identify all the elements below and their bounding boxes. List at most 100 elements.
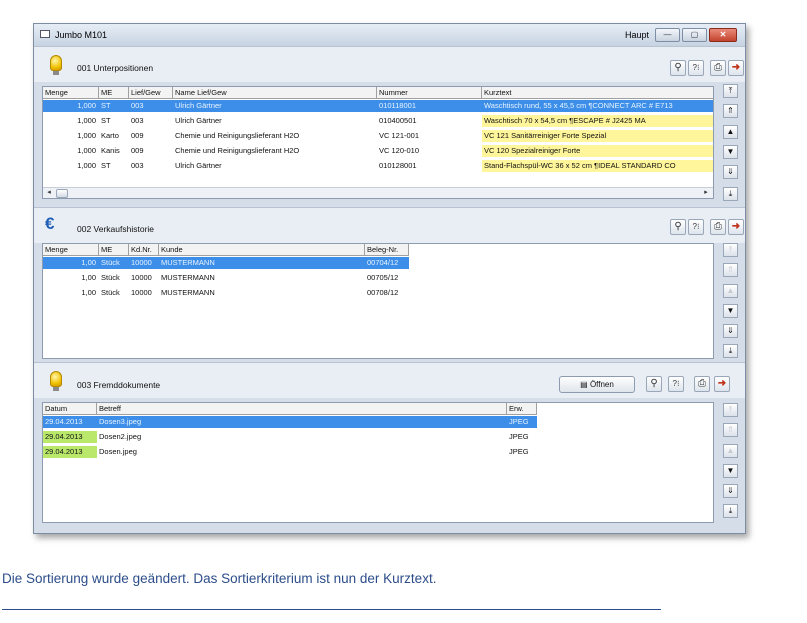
panel-title: 002 Verkaufshistorie [77, 224, 155, 234]
prev-record-icon[interactable]: ▲ [723, 444, 738, 458]
next-page-icon[interactable]: ⇓ [723, 165, 738, 179]
binoculars-icon[interactable]: ⚲ [670, 219, 686, 235]
main-window: Jumbo M101 Haupt — ▢ ✕ 001 Unterposition… [33, 23, 746, 534]
close-button[interactable]: ✕ [709, 28, 737, 42]
table-row[interactable]: 1,000 ST 003 Ulrich Gärtner 010400501 Waschti… [43, 115, 713, 127]
scroll-thumb[interactable] [56, 189, 68, 198]
first-record-icon[interactable]: ⤒ [723, 403, 738, 417]
table-cell: VC 121-001 [379, 131, 420, 140]
exit-icon[interactable]: ➜ [714, 376, 730, 392]
table-cell: 00708/12 [367, 288, 399, 297]
table-row[interactable]: 29.04.2013 Dosen2.jpeg JPEG [43, 431, 537, 443]
table-cell: Chemie und Reinigungslieferant H2O [175, 146, 300, 155]
column-header-name[interactable]: Name Lief/Gew [173, 87, 377, 99]
table-cell: 1,000 [77, 116, 96, 125]
euro-icon: € [45, 214, 55, 233]
table-cell: 003 [129, 100, 173, 112]
last-record-icon[interactable]: ⤓ [723, 344, 738, 358]
column-header-erw[interactable]: Erw. [507, 403, 537, 415]
table-row[interactable]: 1,00 Stück 10000 MUSTERMANN 00705/12 [43, 272, 409, 284]
column-header-kdnr[interactable]: Kd.Nr. [129, 244, 159, 256]
exit-icon[interactable]: ➜ [728, 60, 744, 76]
table-row[interactable]: 1,000 Karto 009 Chemie und Reinigungsliefer… [43, 130, 713, 142]
table-cell: Ulrich Gärtner [175, 116, 222, 125]
column-header-lief[interactable]: Lief/Gew [129, 87, 173, 99]
prev-page-icon[interactable]: ⇑ [723, 263, 738, 277]
first-record-icon[interactable]: ⤒ [723, 243, 738, 257]
sales-history-table[interactable]: Menge ME Kd.Nr. Kunde Beleg-Nr. 1,00 Stüc… [42, 243, 714, 359]
positions-table[interactable]: Menge ME Lief/Gew Name Lief/Gew Nummer K… [42, 86, 714, 199]
table-cell: MUSTERMANN [159, 257, 365, 269]
table-cell: 10000 [131, 288, 152, 297]
table-cell: VC 121 Sanitärreiniger Forte Spezial [482, 130, 713, 142]
table-row[interactable]: 29.04.2013 Dosen.jpeg JPEG [43, 446, 537, 458]
prev-record-icon[interactable]: ▲ [723, 284, 738, 298]
first-record-icon[interactable]: ⤒ [723, 84, 738, 98]
column-header-menge[interactable]: Menge [43, 87, 99, 99]
next-record-icon[interactable]: ▼ [723, 464, 738, 478]
column-header-datum[interactable]: Datum [43, 403, 97, 415]
next-record-icon[interactable]: ▼ [723, 145, 738, 159]
table-cell: JPEG [509, 447, 529, 456]
print-icon[interactable]: ⎙ [694, 376, 710, 392]
scroll-left-icon[interactable]: ◂ [44, 188, 54, 198]
maximize-button[interactable]: ▢ [682, 28, 707, 42]
column-header-kurztext[interactable]: Kurztext [482, 87, 713, 99]
table-row[interactable]: 1,000 ST 003 Ulrich Gärtner 010128001 Stand-F… [43, 160, 713, 172]
table-cell: VC 120 Spezialreiniger Forte [482, 145, 713, 157]
table-header: Menge ME Lief/Gew Name Lief/Gew Nummer K… [43, 87, 713, 99]
table-cell: JPEG [507, 416, 537, 428]
table-cell: 00705/12 [367, 273, 399, 282]
table-row[interactable]: 1,00 Stück 10000 MUSTERMANN 00704/12 [43, 257, 409, 269]
close-icon: ✕ [719, 30, 727, 39]
title-bar[interactable]: Jumbo M101 Haupt — ▢ ✕ [34, 24, 745, 46]
column-header-kunde[interactable]: Kunde [159, 244, 365, 256]
caption-underline [2, 609, 661, 610]
table-cell: Stück [101, 273, 120, 282]
binoculars-icon[interactable]: ⚲ [670, 60, 686, 76]
column-header-nummer[interactable]: Nummer [377, 87, 482, 99]
lightbulb-icon [50, 55, 62, 75]
column-header-menge[interactable]: Menge [43, 244, 99, 256]
table-row[interactable]: 1,000 Kanis 009 Chemie und Reinigungsliefer… [43, 145, 713, 157]
document-icon: ▤ [580, 380, 590, 389]
help-icon[interactable]: ?⁝ [668, 376, 684, 392]
exit-icon[interactable]: ➜ [728, 219, 744, 235]
column-header-betreff[interactable]: Betreff [97, 403, 507, 415]
last-record-icon[interactable]: ⤓ [723, 187, 738, 201]
table-cell: 29.04.2013 [43, 416, 97, 428]
next-record-icon[interactable]: ▼ [723, 304, 738, 318]
prev-page-icon[interactable]: ⇑ [723, 423, 738, 437]
external-documents-table[interactable]: Datum Betreff Erw. 29.04.2013 Dosen3.jpeg… [42, 402, 714, 523]
table-cell: Stand-Flachspül-WC 36 x 52 cm ¶IDEAL STA… [482, 160, 713, 172]
table-cell: 1,000 [43, 100, 99, 112]
table-cell: 010400501 [379, 116, 417, 125]
minimize-button[interactable]: — [655, 28, 680, 42]
next-page-icon[interactable]: ⇓ [723, 324, 738, 338]
scroll-right-icon[interactable]: ▸ [701, 188, 711, 198]
table-row[interactable]: 1,000 ST 003 Ulrich Gärtner 010118001 Waschti… [43, 100, 713, 112]
column-header-me[interactable]: ME [99, 87, 129, 99]
window-title: Jumbo M101 [55, 30, 108, 40]
column-header-me[interactable]: ME [99, 244, 129, 256]
table-cell: JPEG [509, 432, 529, 441]
help-icon[interactable]: ?⁝ [688, 219, 704, 235]
print-icon[interactable]: ⎙ [710, 60, 726, 76]
print-icon[interactable]: ⎙ [710, 219, 726, 235]
open-button[interactable]: ▤ Öffnen [559, 376, 635, 393]
prev-page-icon[interactable]: ⇑ [723, 104, 738, 118]
table-cell: VC 120-010 [379, 146, 420, 155]
last-record-icon[interactable]: ⤓ [723, 504, 738, 518]
next-page-icon[interactable]: ⇓ [723, 484, 738, 498]
table-row[interactable]: 29.04.2013 Dosen3.jpeg JPEG [43, 416, 537, 428]
binoculars-icon[interactable]: ⚲ [646, 376, 662, 392]
table-cell: 003 [131, 116, 144, 125]
prev-record-icon[interactable]: ▲ [723, 125, 738, 139]
table-cell: Kanis [101, 146, 120, 155]
help-icon[interactable]: ?⁝ [688, 60, 704, 76]
caption-text: Die Sortierung wurde geändert. Das Sorti… [2, 571, 437, 586]
context-label: Haupt [625, 30, 650, 40]
column-header-belegnr[interactable]: Beleg-Nr. [365, 244, 409, 256]
horizontal-scrollbar[interactable]: ◂ ▸ [43, 187, 713, 198]
table-row[interactable]: 1,00 Stück 10000 MUSTERMANN 00708/12 [43, 287, 409, 299]
